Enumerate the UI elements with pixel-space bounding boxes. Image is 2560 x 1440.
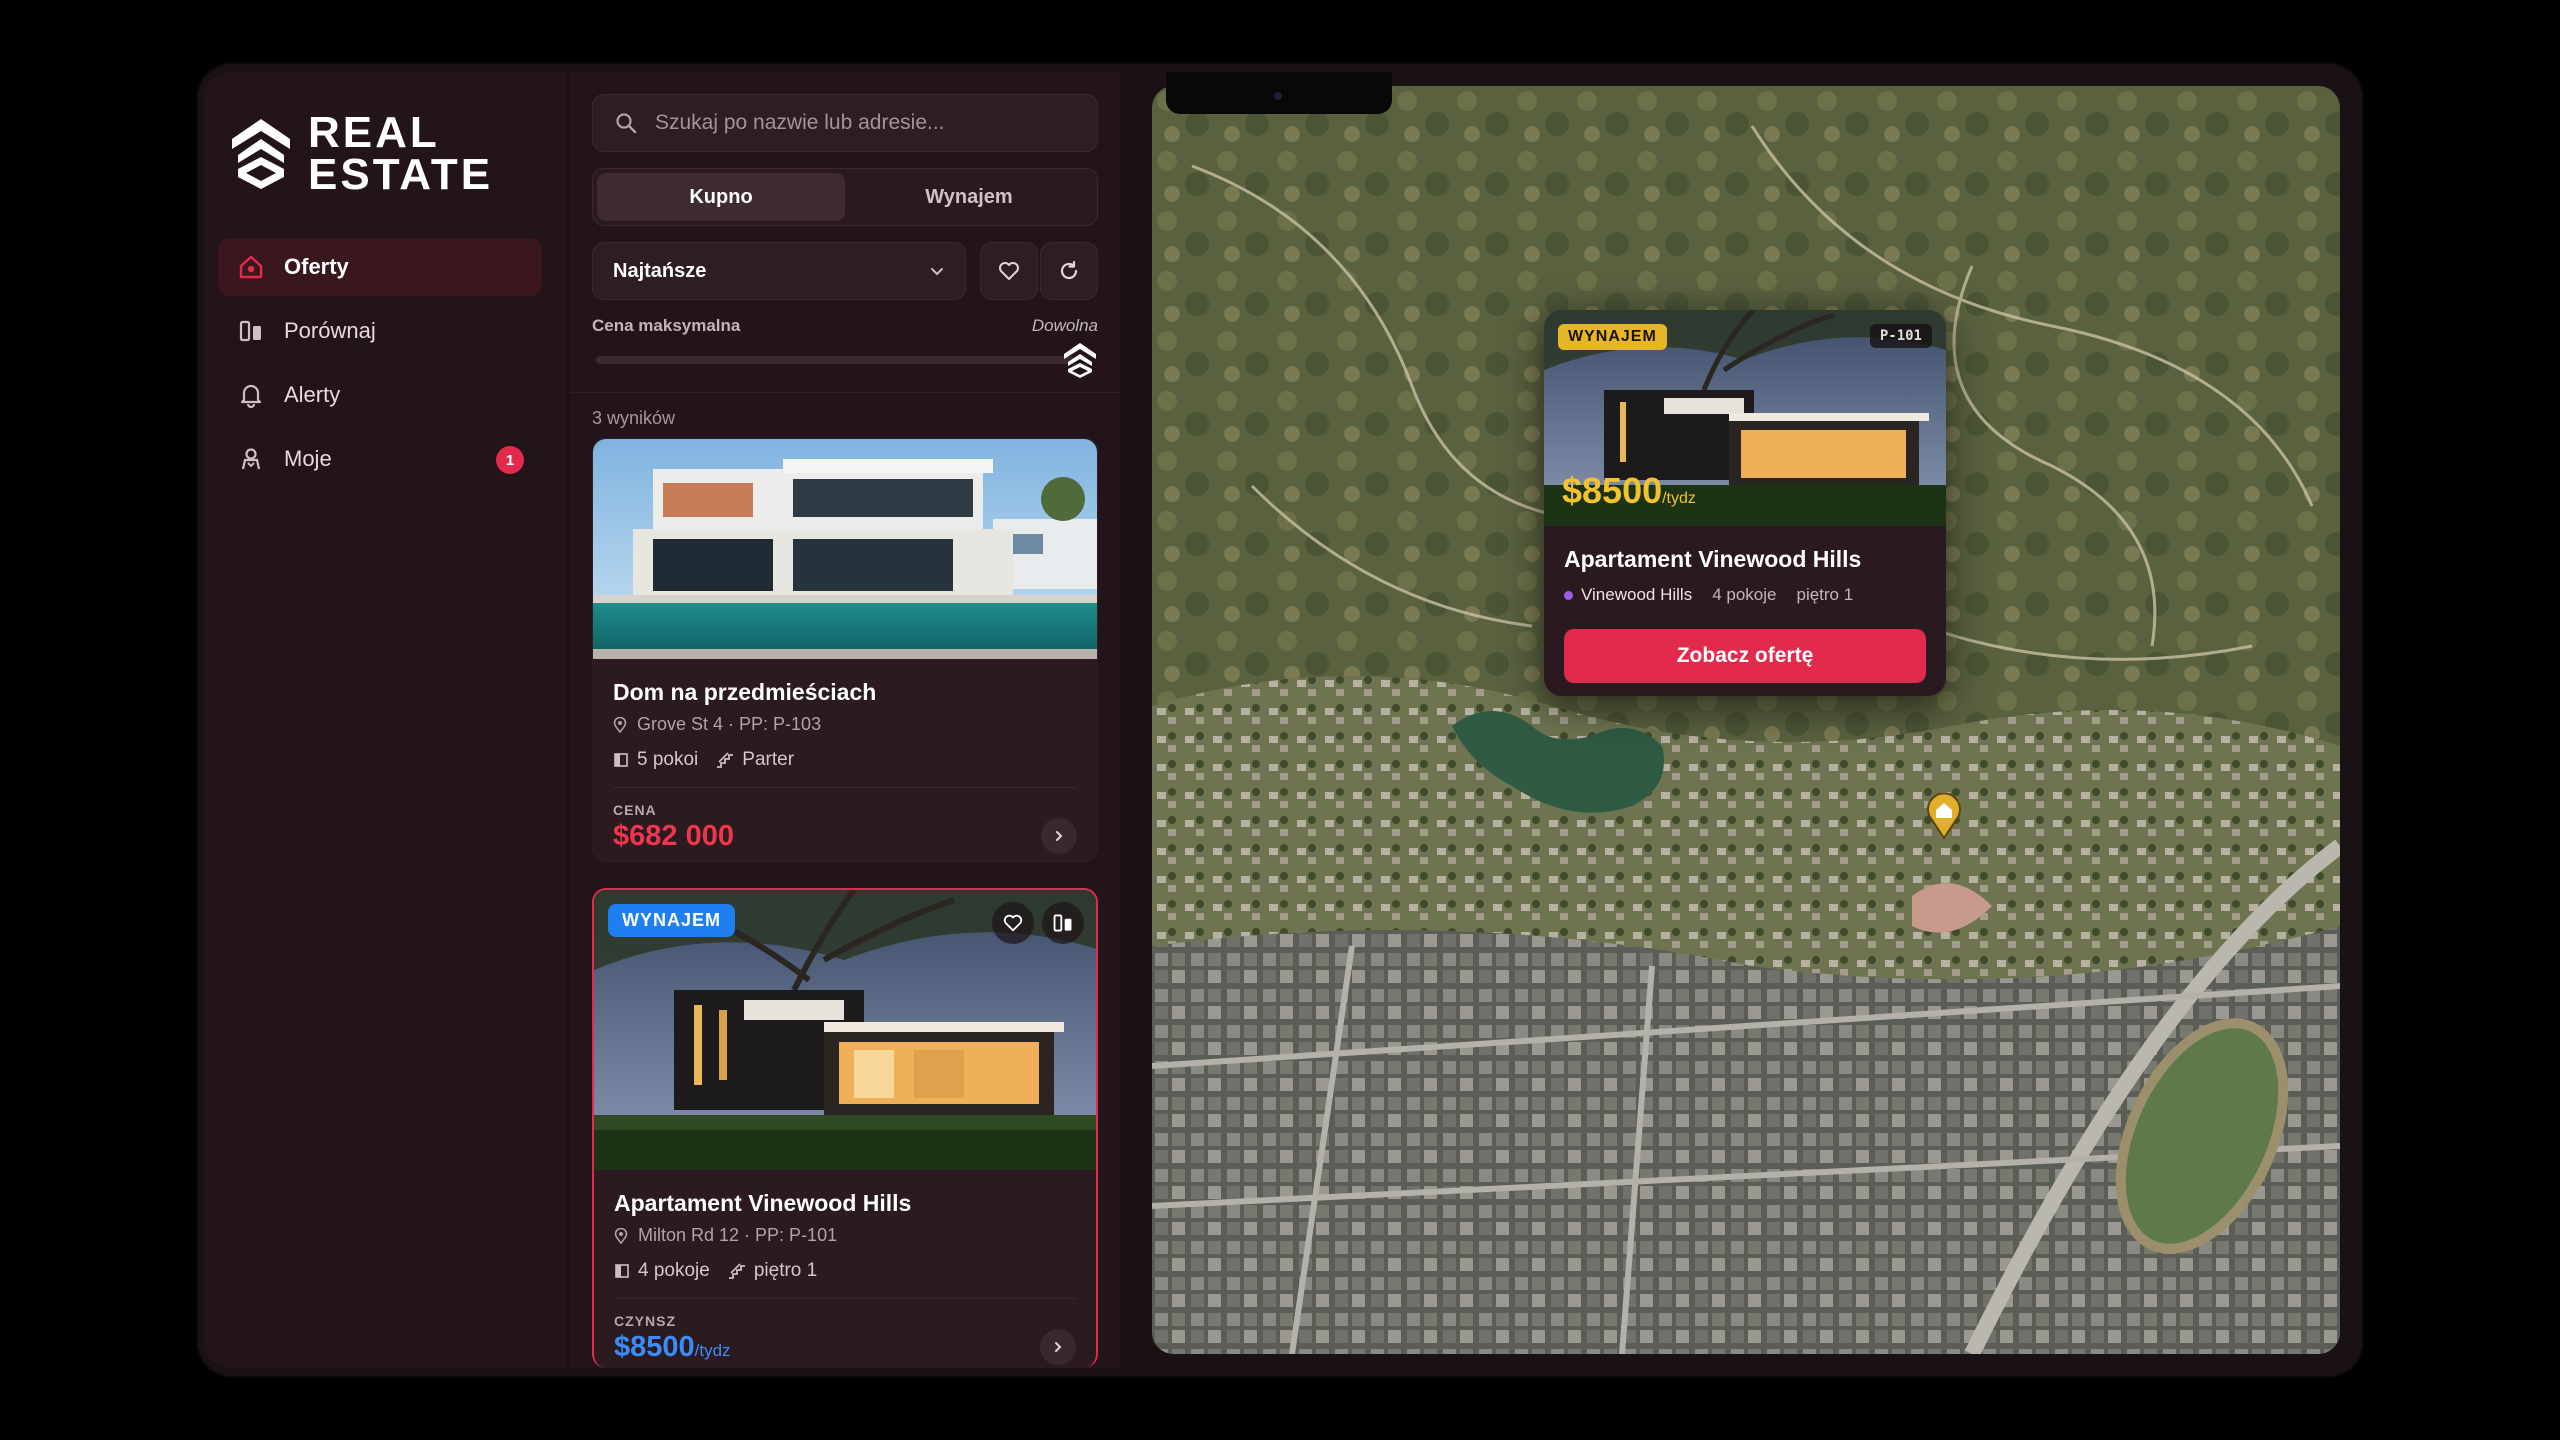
price-filter-label: Cena maksymalna	[592, 316, 741, 335]
listings-panel: Kupno Wynajem Najtańsze Cena maksymalna …	[570, 72, 1120, 1368]
listing-title: Apartament Vinewood Hills	[614, 1190, 912, 1216]
popup-floor: piętro 1	[1796, 585, 1854, 604]
listing-price: $682 000	[613, 820, 734, 852]
popup-area: Vinewood Hills	[1581, 585, 1693, 604]
refresh-button[interactable]	[1040, 242, 1098, 300]
sort-value: Najtańsze	[613, 259, 707, 282]
nav-label: Porównaj	[284, 318, 376, 343]
user-icon	[238, 446, 264, 472]
nav-item-porownaj[interactable]: Porównaj	[218, 302, 542, 360]
app-window: REAL ESTATE Oferty Porównaj Alerty Moje …	[198, 64, 2362, 1376]
heart-icon	[1003, 914, 1023, 932]
listing-id: P-101	[1869, 324, 1932, 348]
location-pin-icon	[613, 716, 627, 733]
location-pin-icon	[614, 1227, 628, 1244]
chevron-right-icon	[1056, 831, 1063, 841]
rooms-icon	[615, 1264, 629, 1278]
tab-kupno[interactable]: Kupno	[597, 173, 845, 221]
nav-label: Moje	[284, 446, 332, 471]
price-slider-track[interactable]	[596, 356, 1074, 364]
chevron-right-icon	[1055, 1342, 1062, 1352]
open-listing-button[interactable]	[1041, 818, 1077, 854]
favorite-button[interactable]	[992, 902, 1034, 944]
sort-select[interactable]: Najtańsze	[592, 242, 966, 300]
mode-tabs: Kupno Wynajem	[592, 168, 1098, 226]
popup-rooms: 4 pokoje	[1712, 585, 1777, 604]
listing-title: Dom na przedmieściach	[613, 679, 877, 705]
favorites-filter-button[interactable]	[980, 242, 1038, 300]
rooms-icon	[614, 753, 628, 767]
listing-address: Milton Rd 12 · PP: P-101	[638, 1225, 838, 1245]
price-filter-value: Dowolna	[1031, 316, 1098, 335]
listing-address: Grove St 4 · PP: P-103	[637, 714, 822, 734]
chevron-down-icon	[931, 268, 943, 276]
listing-floor: piętro 1	[753, 1260, 818, 1281]
compare-icon	[238, 318, 264, 344]
tab-wynajem[interactable]: Wynajem	[845, 173, 1093, 221]
map-marker-icon[interactable]	[1924, 788, 1964, 840]
compare-icon	[1053, 914, 1072, 932]
stairs-icon	[717, 752, 734, 768]
rent-tag: WYNAJEM	[608, 904, 736, 937]
compare-button[interactable]	[1042, 902, 1084, 944]
logo-icon	[232, 119, 290, 189]
listing-price: $8500/tydz	[614, 1331, 731, 1363]
search-box	[592, 94, 1098, 152]
nav-label: Oferty	[284, 254, 349, 279]
stairs-icon	[728, 1263, 745, 1279]
search-input[interactable]	[655, 111, 1075, 135]
rent-tag: WYNAJEM	[1558, 324, 1667, 350]
map-view[interactable]	[1152, 86, 2340, 1354]
price-caption: CZYNSZ	[614, 1313, 676, 1329]
popup-price: $8500/tydz	[1562, 470, 1696, 511]
area-dot-icon	[1564, 590, 1573, 600]
nav-item-oferty[interactable]: Oferty	[218, 238, 542, 296]
divider	[570, 392, 1120, 393]
search-icon	[616, 113, 637, 134]
nav-item-moje[interactable]: Moje 1	[218, 430, 542, 488]
heart-icon	[999, 262, 1019, 280]
listing-card-selected[interactable]: WYNAJEM Apartament Vinewood Hills Milton…	[592, 888, 1098, 1368]
refresh-icon	[1060, 260, 1078, 280]
notification-badge: 1	[496, 446, 524, 474]
listing-photo	[593, 439, 1097, 659]
nav-item-alerty[interactable]: Alerty	[218, 366, 542, 424]
price-slider-handle[interactable]	[1060, 340, 1100, 380]
camera-icon	[1274, 92, 1282, 100]
brand-name: REAL ESTATE	[308, 108, 494, 199]
listing-floor: Parter	[742, 749, 795, 770]
popup-photo: WYNAJEM P-101 $8500/tydz	[1544, 310, 1946, 526]
price-caption: CENA	[613, 802, 657, 818]
price-suffix: /tydz	[694, 1341, 731, 1360]
brand-logo[interactable]: REAL ESTATE	[230, 108, 494, 199]
map-listing-popup[interactable]: WYNAJEM P-101 $8500/tydz Apartament Vine…	[1544, 310, 1946, 696]
device-notch	[1166, 72, 1392, 114]
main-nav: Oferty Porównaj Alerty Moje 1	[218, 238, 542, 494]
listing-rooms: 4 pokoje	[638, 1260, 710, 1281]
home-icon	[238, 254, 264, 280]
listing-rooms: 5 pokoi	[637, 749, 699, 770]
bell-icon	[238, 382, 264, 408]
sidebar: REAL ESTATE Oferty Porównaj Alerty Moje …	[204, 72, 566, 1368]
open-listing-button[interactable]	[1040, 1329, 1076, 1365]
view-offer-button[interactable]: Zobacz ofertę	[1564, 629, 1926, 683]
listing-card[interactable]: Dom na przedmieściach Grove St 4 · PP: P…	[592, 438, 1098, 862]
nav-label: Alerty	[284, 382, 341, 407]
price-suffix: /tydz	[1662, 490, 1696, 507]
listing-photo: WYNAJEM	[594, 890, 1096, 1170]
results-count: 3 wyników	[592, 408, 676, 428]
popup-title: Apartament Vinewood Hills	[1564, 546, 1862, 572]
